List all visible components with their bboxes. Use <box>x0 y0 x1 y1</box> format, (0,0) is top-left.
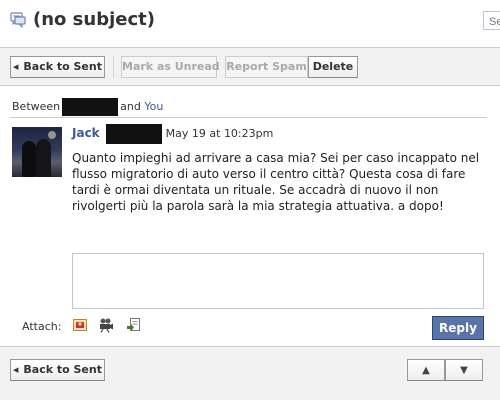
video-icon[interactable] <box>98 317 114 333</box>
down-arrow-icon: ▼ <box>460 365 468 376</box>
back-arrow-icon: ◀ <box>13 63 19 71</box>
between-label: Between <box>12 100 61 113</box>
message-icon <box>10 12 26 29</box>
back-to-sent-label: Back to Sent <box>23 60 102 73</box>
redacted-sender-surname <box>105 124 162 144</box>
reply-textarea[interactable] <box>72 253 484 309</box>
back-to-sent-button-bottom[interactable]: ◀ Back to Sent <box>10 359 105 381</box>
participants-row: Between and You <box>12 98 163 116</box>
message-body: Quanto impieghi ad arrivare a casa mia? … <box>72 151 480 213</box>
you-link[interactable]: You <box>144 100 163 113</box>
message-timestamp: May 19 at 10:23pm <box>165 127 274 140</box>
back-to-sent-button[interactable]: ◀ Back to Sent <box>10 56 105 78</box>
next-message-button[interactable]: ▼ <box>445 359 483 381</box>
previous-message-button[interactable]: ▲ <box>407 359 445 381</box>
photo-icon[interactable] <box>72 317 88 333</box>
mark-as-unread-button[interactable]: Mark as Unread <box>121 56 220 78</box>
avatar[interactable] <box>12 127 62 177</box>
sender-name[interactable]: Jack <box>72 126 100 140</box>
back-arrow-icon: ◀ <box>13 366 19 374</box>
search-input[interactable] <box>483 11 500 30</box>
back-to-sent-label: Back to Sent <box>23 363 102 376</box>
and-label: and <box>120 100 141 113</box>
reply-button[interactable]: Reply <box>432 316 484 340</box>
redacted-name <box>62 98 119 116</box>
report-spam-button[interactable]: Report Spam <box>225 56 308 78</box>
sender-row: Jack May 19 at 10:23pm <box>72 124 273 146</box>
link-icon[interactable] <box>126 317 142 333</box>
delete-button[interactable]: Delete <box>308 56 358 78</box>
toolbar-divider <box>113 56 114 78</box>
up-arrow-icon: ▲ <box>422 365 430 376</box>
divider <box>10 117 487 118</box>
top-toolbar: ◀ Back to Sent Mark as Unread Report Spam… <box>0 47 500 86</box>
attach-label: Attach: <box>22 320 62 333</box>
message-subject: (no subject) <box>33 9 155 30</box>
bottom-toolbar: ◀ Back to Sent ▲ ▼ <box>0 346 500 400</box>
